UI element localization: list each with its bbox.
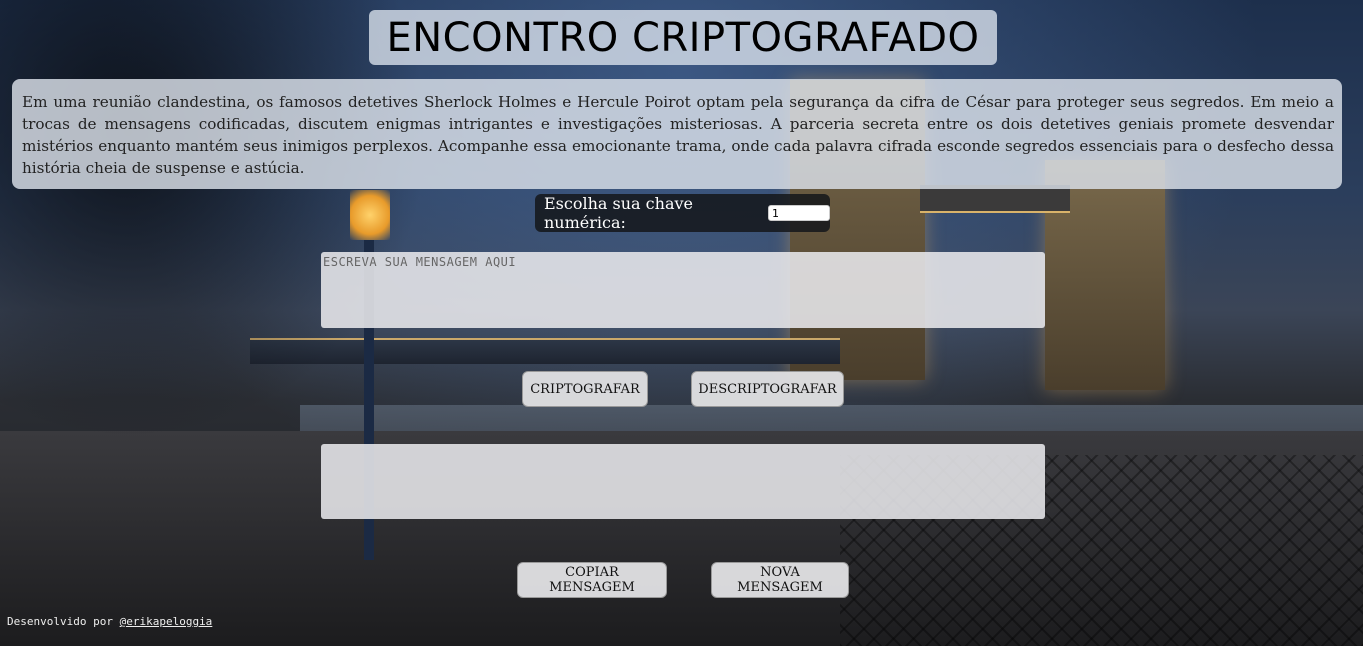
bridge-high-walkway <box>920 185 1070 213</box>
author-link[interactable]: @erikapeloggia <box>120 615 213 628</box>
key-label: Escolha sua chave numérica: <box>544 194 693 232</box>
page-title: ENCONTRO CRIPTOGRAFADO <box>386 14 980 61</box>
intro-text: Em uma reunião clandestina, os famosos d… <box>22 93 1334 177</box>
title-box: ENCONTRO CRIPTOGRAFADO <box>369 10 997 65</box>
message-input[interactable] <box>321 252 1045 328</box>
new-message-button[interactable]: NOVA MENSAGEM <box>711 562 849 598</box>
copy-message-button[interactable]: COPIAR MENSAGEM <box>517 562 667 598</box>
intro-box: Em uma reunião clandestina, os famosos d… <box>12 79 1342 189</box>
key-selector: Escolha sua chave numérica: <box>535 194 830 232</box>
encrypt-button[interactable]: CRIPTOGRAFAR <box>522 371 648 407</box>
footer-prefix: Desenvolvido por <box>7 615 113 628</box>
street-lamp-icon <box>350 190 390 240</box>
footer-credit: Desenvolvido por @erikapeloggia <box>7 615 212 628</box>
key-input[interactable] <box>768 205 830 221</box>
decrypt-button[interactable]: DESCRIPTOGRAFAR <box>691 371 844 407</box>
result-output[interactable] <box>321 444 1045 519</box>
